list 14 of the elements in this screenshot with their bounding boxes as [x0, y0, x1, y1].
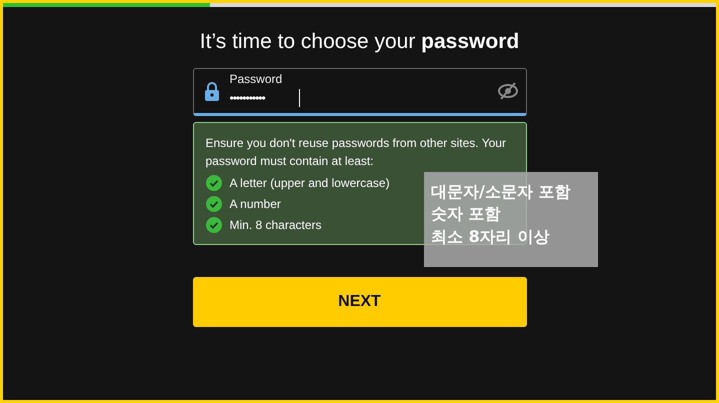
requirement-text: Min. 8 characters — [230, 217, 322, 234]
annotation-line: 숫자 포함 — [431, 203, 502, 226]
eye-slash-icon[interactable] — [498, 82, 518, 100]
page-title: It’s time to choose your password — [198, 29, 520, 54]
field-label: Password — [230, 72, 284, 86]
annotation-line: 최소 8자리 이상 — [431, 226, 550, 248]
hint-text: Ensure you don't reuse passwords from other sites. Your password must contain at least: — [206, 135, 507, 170]
password-field[interactable]: Password ••••••••••• — [192, 68, 526, 116]
lock-icon — [204, 81, 220, 102]
annotation-line: 대문자/소문자 포함 — [431, 181, 572, 203]
password-input[interactable]: ••••••••••• — [230, 88, 300, 107]
requirement-text: A number — [230, 196, 281, 214]
next-button[interactable]: NEXT — [192, 277, 526, 328]
requirement-text: A letter (upper and lowercase) — [230, 175, 390, 192]
